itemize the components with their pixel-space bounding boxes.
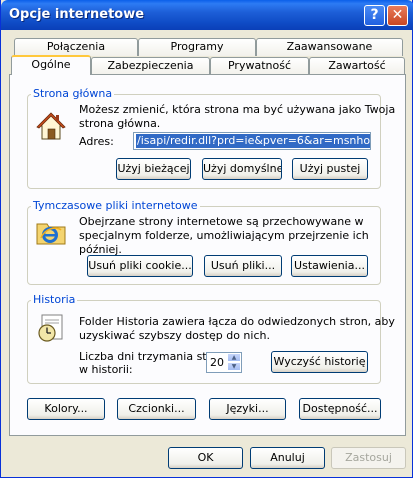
tab-zaawansowane[interactable]: Zaawansowane xyxy=(256,38,403,56)
delete-files-button[interactable]: Usuń pliki... xyxy=(204,255,282,277)
address-input-value: /isapi/redir.dll?prd=ie&pver=6&ar=msnhom… xyxy=(136,134,370,148)
address-input[interactable]: /isapi/redir.dll?prd=ie&pver=6&ar=msnhom… xyxy=(133,132,371,150)
temp-settings-button[interactable]: Ustawienia... xyxy=(291,255,368,277)
dialog-window: Opcje internetowe ? ✕ Połączenia Program… xyxy=(0,0,413,478)
tab-ogolne[interactable]: Ogólne xyxy=(11,55,91,75)
spin-up-icon[interactable]: ▲ xyxy=(227,353,241,362)
ok-button[interactable]: OK xyxy=(168,447,243,469)
tab-programy[interactable]: Programy xyxy=(138,38,256,56)
languages-button[interactable]: Języki... xyxy=(209,398,286,420)
address-label: Adres: xyxy=(79,135,114,148)
home-icon xyxy=(35,110,67,145)
history-clock-icon xyxy=(35,312,67,347)
cancel-button[interactable]: Anuluj xyxy=(250,447,325,469)
history-days-label-line2: w historii: xyxy=(79,363,133,376)
temp-description-line2: specjalnym folderze, umożliwiającym prze… xyxy=(79,229,369,256)
history-description-line1: Folder Historia zawiera łącza do odwiedz… xyxy=(79,315,395,328)
home-description-line1: Możesz zmienić, która strona ma być używ… xyxy=(79,103,396,116)
colors-button[interactable]: Kolory... xyxy=(27,398,105,420)
close-button[interactable]: ✕ xyxy=(387,5,408,26)
use-current-button[interactable]: Użyj bieżącej xyxy=(116,158,191,180)
history-days-stepper[interactable]: 20 ▲ ▼ xyxy=(206,352,242,373)
delete-cookies-button[interactable]: Usuń pliki cookie... xyxy=(87,255,193,277)
tab-zawartosc[interactable]: Zawartość xyxy=(309,57,405,75)
use-blank-button[interactable]: Użyj pustej xyxy=(292,158,368,180)
temp-files-group-label: Tymczasowe pliki internetowe xyxy=(31,199,200,212)
apply-button[interactable]: Zastosuj xyxy=(331,447,406,469)
home-description-line2: strona główna. xyxy=(79,117,161,130)
history-group-label: Historia xyxy=(31,293,78,306)
temp-description-line1: Obejrzane strony internetowe są przechow… xyxy=(79,215,364,228)
tab-zabezpieczenia[interactable]: Zabezpieczenia xyxy=(91,57,210,75)
title-bar[interactable]: Opcje internetowe ? ✕ xyxy=(1,0,413,30)
window-title: Opcje internetowe xyxy=(9,7,145,22)
ie-folder-icon xyxy=(35,216,67,249)
clear-history-button[interactable]: Wyczyść historię xyxy=(271,351,368,373)
home-page-group-label: Strona główna xyxy=(31,87,115,100)
tab-prywatnosc[interactable]: Prywatność xyxy=(210,57,309,75)
use-default-button[interactable]: Użyj domyślnej xyxy=(202,158,282,180)
tab-polaczenia[interactable]: Połączenia xyxy=(14,38,138,56)
spin-down-icon[interactable]: ▼ xyxy=(227,362,241,371)
fonts-button[interactable]: Czcionki... xyxy=(117,398,196,420)
accessibility-button[interactable]: Dostępność... xyxy=(299,398,381,420)
history-days-label-line1: Liczba dni trzymania stron xyxy=(79,350,225,363)
help-button[interactable]: ? xyxy=(364,5,385,26)
history-description-line2: uzyskiwać szybszy dostęp do nich. xyxy=(79,329,270,342)
history-days-value: 20 xyxy=(210,356,224,369)
